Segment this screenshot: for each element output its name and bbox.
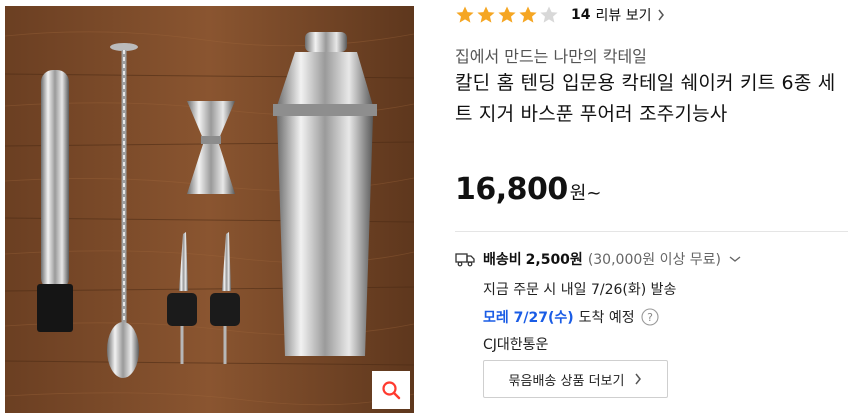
rating-stars (455, 5, 559, 25)
review-link[interactable]: 14 리뷰 보기 (571, 5, 665, 25)
product-image[interactable] (5, 6, 414, 413)
divider (455, 231, 848, 232)
carrier-name: CJ대한통운 (483, 337, 549, 353)
arrival-info: 모레 7/27(수) 도착 예정 ? (483, 307, 659, 327)
star-icon (456, 6, 474, 23)
arrival-suffix: 도착 예정 (578, 310, 635, 326)
star-icon (540, 6, 558, 23)
chevron-right-icon (635, 373, 642, 385)
bundle-shipping-button[interactable]: 묶음배송 상품 더보기 (483, 360, 668, 398)
star-icon (477, 6, 495, 23)
arrival-date: 모레 7/27(수) (483, 310, 574, 326)
truck-icon (455, 253, 475, 267)
svg-text:?: ? (647, 311, 653, 324)
review-count: 14 (571, 7, 591, 23)
shaker (273, 32, 377, 356)
chevron-down-icon[interactable] (729, 255, 741, 263)
free-shipping-condition: (30,000원 이상 무료) (587, 252, 722, 268)
dispatch-info: 지금 주문 시 내일 7/26(화) 발송 (483, 282, 677, 298)
store-name[interactable]: 집에서 만드는 나만의 칵테일 (455, 43, 647, 67)
search-icon (382, 381, 401, 400)
shipping-fee-row[interactable]: 배송비 2,500원 (30,000원 이상 무료) (455, 249, 741, 269)
star-icon (519, 6, 537, 23)
help-icon[interactable]: ? (641, 308, 659, 326)
muddler (37, 70, 73, 332)
price: 16,800 원~ (455, 172, 601, 207)
product-photo (5, 6, 414, 413)
rating-row: 14 리뷰 보기 (455, 4, 665, 26)
price-unit: 원~ (569, 183, 602, 204)
product-title: 칼딘 홈 텐딩 입문용 칵테일 쉐이커 키트 6종 세트 지거 바스푼 푸어러 … (455, 72, 836, 125)
star-icon (498, 6, 516, 23)
zoom-button[interactable] (372, 371, 410, 409)
price-amount: 16,800 (455, 172, 568, 207)
review-link-label: 리뷰 보기 (595, 8, 652, 24)
shipping-fee: 2,500원 (525, 252, 583, 268)
shipping-label: 배송비 (483, 252, 522, 268)
chevron-right-icon (658, 9, 665, 21)
bundle-button-label: 묶음배송 상품 더보기 (508, 373, 625, 389)
